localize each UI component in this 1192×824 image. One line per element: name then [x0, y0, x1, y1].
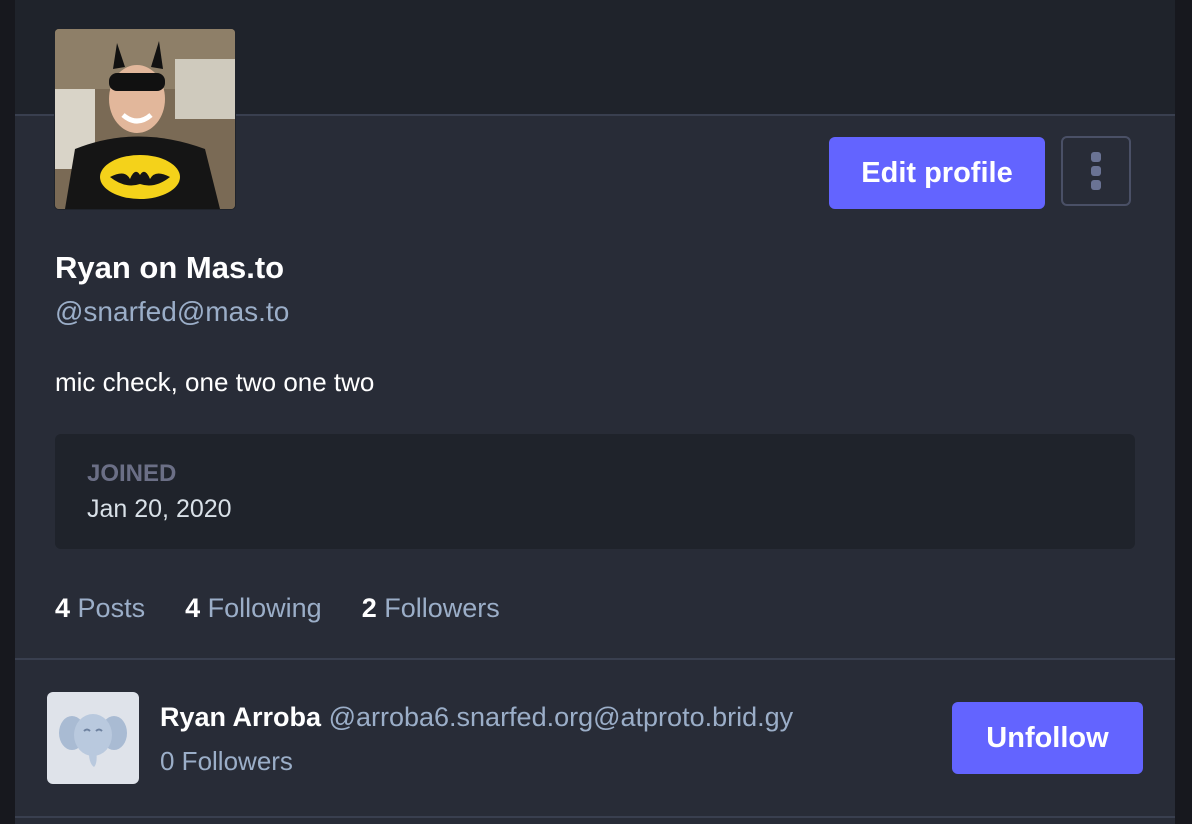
joined-date: Jan 20, 2020: [87, 495, 232, 523]
account-followers-count: 0 Followers: [160, 746, 293, 776]
profile-handle: @snarfed@mas.to: [55, 296, 290, 327]
posts-count: 4: [55, 593, 71, 623]
following-label: Following: [207, 593, 322, 623]
profile-column: Edit profile Ryan on Mas.to @snarfed@mas…: [15, 0, 1175, 824]
profile-avatar[interactable]: [55, 29, 235, 209]
list-divider: [15, 816, 1175, 818]
posts-count-link[interactable]: 4 Posts: [55, 593, 145, 624]
followers-count: 2: [361, 593, 377, 623]
joined-label: JOINED: [87, 460, 177, 487]
account-avatar[interactable]: [47, 692, 139, 784]
account-name-line[interactable]: Ryan Arroba @arroba6.snarfed.org@atproto…: [160, 702, 793, 733]
account-display-name: Ryan Arroba: [160, 702, 322, 732]
vertical-ellipsis-icon: [1091, 152, 1101, 162]
account-handle: @arroba6.snarfed.org@atproto.brid.gy: [328, 702, 794, 732]
following-count-link[interactable]: 4 Following: [185, 593, 322, 624]
more-options-button[interactable]: [1061, 136, 1131, 206]
profile-stats: 4 Posts 4 Following 2 Followers: [55, 593, 500, 624]
elephant-icon: [59, 714, 127, 767]
followers-count-link[interactable]: 2 Followers: [362, 593, 500, 624]
profile-bio: mic check, one two one two: [55, 367, 375, 397]
following-count: 4: [185, 593, 201, 623]
posts-label: Posts: [77, 593, 146, 623]
ellipsis-dot: [1091, 180, 1101, 190]
ellipsis-dot: [1091, 166, 1101, 176]
account-list-item[interactable]: Ryan Arroba @arroba6.snarfed.org@atproto…: [15, 660, 1175, 816]
joined-info-box: JOINED Jan 20, 2020: [55, 434, 1135, 549]
profile-display-name: Ryan on Mas.to: [55, 250, 285, 285]
followers-label: Followers: [384, 593, 500, 623]
unfollow-button[interactable]: Unfollow: [952, 702, 1143, 774]
avatar-photo: [55, 29, 235, 209]
edit-profile-button[interactable]: Edit profile: [829, 137, 1045, 209]
